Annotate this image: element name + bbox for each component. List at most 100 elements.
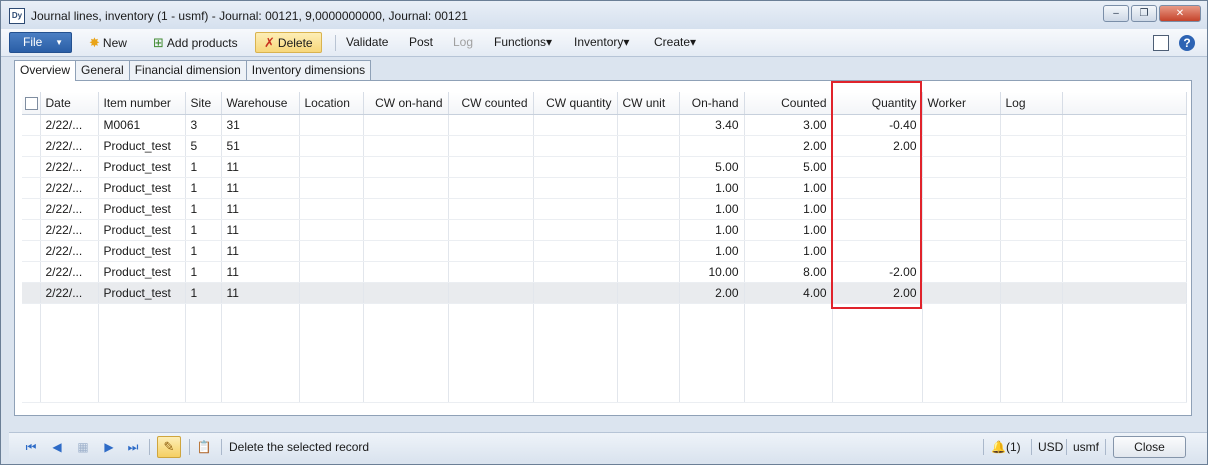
cell-cw-quantity[interactable] [533, 240, 618, 262]
cell-cw-unit[interactable] [617, 282, 680, 304]
cell-cw-unit[interactable] [617, 219, 680, 241]
cell-cw-unit[interactable] [617, 177, 680, 199]
table-row[interactable]: 2/22/... Product_test 1 11 1.00 1.00 [22, 198, 1187, 220]
cell-date[interactable]: 2/22/... [40, 198, 99, 220]
cell-location[interactable] [299, 198, 364, 220]
cell-quantity[interactable] [832, 240, 923, 262]
cell-counted[interactable]: 4.00 [744, 282, 833, 304]
cell-site[interactable]: 3 [185, 114, 222, 136]
cell-quantity[interactable]: 2.00 [832, 135, 923, 157]
cell-cw-quantity[interactable] [533, 261, 618, 283]
cell-log[interactable] [1000, 156, 1063, 178]
cell-worker[interactable] [922, 177, 1001, 199]
row-marker[interactable] [22, 114, 41, 136]
column-header-site[interactable]: Site [185, 92, 222, 115]
table-row[interactable]: 2/22/... Product_test 1 11 2.00 4.00 2.00 [22, 282, 1187, 304]
file-menu-button[interactable]: File ▼ [9, 32, 72, 53]
cell-item-number[interactable]: Product_test [98, 198, 186, 220]
cell-item-number[interactable]: Product_test [98, 282, 186, 304]
row-marker[interactable] [22, 240, 41, 262]
cell-cw-counted[interactable] [448, 135, 534, 157]
table-row[interactable]: 2/22/... Product_test 1 11 5.00 5.00 [22, 156, 1187, 178]
cell-log[interactable] [1000, 177, 1063, 199]
cell-warehouse[interactable]: 11 [221, 240, 300, 262]
cell-site[interactable]: 1 [185, 177, 222, 199]
cell-item-number[interactable]: M0061 [98, 114, 186, 136]
cell-cw-on-hand[interactable] [363, 135, 449, 157]
cell-cw-counted[interactable] [448, 114, 534, 136]
column-header-cw-counted[interactable]: CW counted [448, 92, 534, 115]
table-row[interactable]: 2/22/... Product_test 5 51 2.00 2.00 [22, 135, 1187, 157]
cell-location[interactable] [299, 282, 364, 304]
add-products-button[interactable]: ⊞ Add products [153, 32, 238, 53]
cell-worker[interactable] [922, 219, 1001, 241]
cell-counted[interactable]: 1.00 [744, 240, 833, 262]
cell-worker[interactable] [922, 240, 1001, 262]
row-marker[interactable] [22, 198, 41, 220]
cell-log[interactable] [1000, 135, 1063, 157]
previous-record-icon[interactable]: ◀ [49, 439, 65, 455]
row-marker[interactable] [22, 135, 41, 157]
cell-counted[interactable]: 8.00 [744, 261, 833, 283]
table-row[interactable]: 2/22/... Product_test 1 11 10.00 8.00 -2.00 [22, 261, 1187, 283]
cell-date[interactable]: 2/22/... [40, 135, 99, 157]
cell-cw-counted[interactable] [448, 261, 534, 283]
notifications-indicator[interactable]: 🔔(1) [991, 440, 1021, 454]
cell-item-number[interactable]: Product_test [98, 177, 186, 199]
row-marker[interactable] [22, 156, 41, 178]
cell-warehouse[interactable]: 11 [221, 261, 300, 283]
cell-cw-on-hand[interactable] [363, 240, 449, 262]
cell-cw-quantity[interactable] [533, 114, 618, 136]
column-header-log[interactable]: Log [1000, 92, 1063, 115]
cell-counted[interactable]: 1.00 [744, 219, 833, 241]
attachments-icon[interactable]: 📋 [196, 439, 212, 455]
cell-item-number[interactable]: Product_test [98, 156, 186, 178]
cell-site[interactable]: 1 [185, 261, 222, 283]
cell-worker[interactable] [922, 156, 1001, 178]
restore-button[interactable]: ❐ [1131, 5, 1157, 22]
cell-log[interactable] [1000, 114, 1063, 136]
cell-warehouse[interactable]: 11 [221, 198, 300, 220]
minimize-button[interactable]: – [1103, 5, 1129, 22]
cell-quantity[interactable] [832, 156, 923, 178]
close-window-button[interactable]: ✕ [1159, 5, 1201, 22]
column-header-on-hand[interactable]: On-hand [679, 92, 745, 115]
cell-warehouse[interactable]: 31 [221, 114, 300, 136]
cell-warehouse[interactable]: 11 [221, 282, 300, 304]
cell-date[interactable]: 2/22/... [40, 177, 99, 199]
first-record-icon[interactable]: ⏮ [23, 439, 39, 455]
cell-worker[interactable] [922, 282, 1001, 304]
column-header-date[interactable]: Date [40, 92, 99, 115]
cell-log[interactable] [1000, 282, 1063, 304]
cell-site[interactable]: 1 [185, 240, 222, 262]
cell-site[interactable]: 5 [185, 135, 222, 157]
column-header-item-number[interactable]: Item number [98, 92, 186, 115]
functions-menu[interactable]: Functions▾ [494, 32, 552, 53]
cell-on-hand[interactable]: 1.00 [679, 219, 745, 241]
post-button[interactable]: Post [409, 32, 433, 53]
help-icon[interactable]: ? [1179, 35, 1195, 51]
cell-date[interactable]: 2/22/... [40, 156, 99, 178]
tab-general[interactable]: General [75, 60, 130, 80]
cell-on-hand[interactable]: 3.40 [679, 114, 745, 136]
cell-warehouse[interactable]: 51 [221, 135, 300, 157]
close-button[interactable]: Close [1113, 436, 1186, 458]
cell-cw-on-hand[interactable] [363, 261, 449, 283]
edit-mode-pencil-icon[interactable]: ✎ [157, 436, 181, 458]
column-header-warehouse[interactable]: Warehouse [221, 92, 300, 115]
table-row[interactable]: 2/22/... Product_test 1 11 1.00 1.00 [22, 219, 1187, 241]
cell-site[interactable]: 1 [185, 156, 222, 178]
cell-location[interactable] [299, 135, 364, 157]
table-row[interactable]: 2/22/... Product_test 1 11 1.00 1.00 [22, 177, 1187, 199]
cell-quantity[interactable] [832, 198, 923, 220]
cell-item-number[interactable]: Product_test [98, 135, 186, 157]
cell-location[interactable] [299, 114, 364, 136]
cell-on-hand[interactable]: 2.00 [679, 282, 745, 304]
cell-warehouse[interactable]: 11 [221, 156, 300, 178]
cell-item-number[interactable]: Product_test [98, 219, 186, 241]
cell-cw-quantity[interactable] [533, 282, 618, 304]
validate-button[interactable]: Validate [346, 32, 388, 53]
column-header-worker[interactable]: Worker [922, 92, 1001, 115]
cell-cw-quantity[interactable] [533, 177, 618, 199]
last-record-icon[interactable]: ⏭ [125, 439, 141, 455]
